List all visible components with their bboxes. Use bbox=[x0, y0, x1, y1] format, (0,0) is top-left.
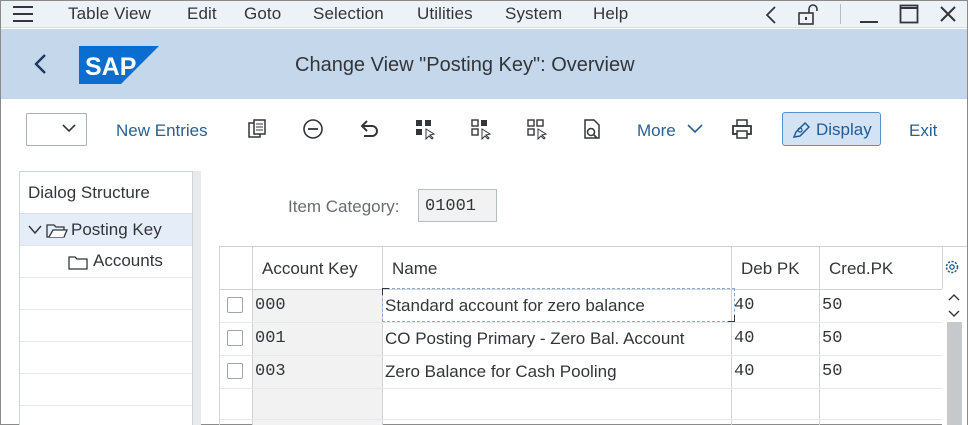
folder-icon bbox=[68, 256, 88, 270]
more-button[interactable]: More bbox=[637, 121, 676, 141]
tree-item-label: Posting Key bbox=[71, 220, 162, 239]
row-divider bbox=[220, 388, 942, 389]
row-select-checkbox[interactable] bbox=[227, 330, 243, 346]
close-icon[interactable] bbox=[939, 5, 957, 23]
dialog-structure-title: Dialog Structure bbox=[28, 183, 150, 202]
minimize-icon[interactable] bbox=[859, 6, 879, 24]
tree-empty-row bbox=[20, 278, 192, 310]
table-vertical-scrollbar[interactable] bbox=[942, 289, 967, 425]
new-entries-button[interactable]: New Entries bbox=[116, 121, 208, 141]
open-folder-icon bbox=[46, 224, 68, 238]
cell-cred-pk[interactable]: 50 bbox=[822, 362, 842, 381]
column-divider bbox=[819, 247, 820, 425]
sap-logo: SAP bbox=[79, 46, 159, 84]
maximize-icon[interactable] bbox=[899, 4, 919, 24]
title-bar: SAP Change View "Posting Key": Overview bbox=[1, 29, 967, 99]
page-title: Change View "Posting Key": Overview bbox=[295, 54, 635, 76]
tree-item-posting-key[interactable]: Posting Key bbox=[20, 214, 192, 246]
command-field-dropdown[interactable] bbox=[26, 113, 87, 146]
scrollbar-thumb[interactable] bbox=[947, 322, 962, 425]
row-divider bbox=[220, 355, 942, 356]
scroll-up-arrow-icon[interactable] bbox=[948, 293, 960, 301]
column-header-name[interactable]: Name bbox=[392, 259, 437, 279]
print-icon[interactable] bbox=[731, 118, 753, 140]
cell-deb-pk[interactable]: 40 bbox=[734, 296, 754, 315]
cell-deb-pk[interactable]: 40 bbox=[734, 329, 754, 348]
menu-goto[interactable]: Goto bbox=[244, 4, 281, 24]
row-select-checkbox[interactable] bbox=[227, 297, 243, 313]
cell-name[interactable]: CO Posting Primary - Zero Bal. Account bbox=[385, 329, 685, 349]
menu-help[interactable]: Help bbox=[593, 4, 628, 24]
deselect-all-icon[interactable] bbox=[526, 118, 548, 140]
tree-item-label: Accounts bbox=[93, 251, 163, 270]
row-select-checkbox[interactable] bbox=[227, 363, 243, 379]
undo-icon[interactable] bbox=[358, 118, 380, 140]
lock-icon[interactable] bbox=[797, 4, 823, 26]
cell-cred-pk[interactable]: 50 bbox=[822, 329, 842, 348]
cell-focus-indicator bbox=[382, 288, 735, 322]
column-divider bbox=[252, 247, 253, 425]
back-arrow-icon[interactable] bbox=[33, 53, 47, 75]
select-all-icon[interactable] bbox=[414, 118, 436, 140]
menu-edit[interactable]: Edit bbox=[187, 4, 217, 24]
panel-splitter[interactable] bbox=[192, 171, 201, 425]
item-category-label: Item Category: bbox=[288, 197, 400, 216]
row-divider bbox=[220, 419, 942, 420]
row-divider bbox=[220, 322, 942, 323]
cell-account-key[interactable]: 000 bbox=[255, 296, 286, 315]
tree-empty-row bbox=[20, 374, 192, 406]
tree-empty-row bbox=[20, 310, 192, 342]
tree-item-accounts[interactable]: Accounts bbox=[20, 246, 192, 278]
select-block-icon[interactable] bbox=[470, 118, 492, 140]
item-category-value: 01001 bbox=[425, 197, 477, 216]
menu-system[interactable]: System bbox=[505, 4, 562, 24]
cell-cred-pk[interactable]: 50 bbox=[822, 296, 842, 315]
posting-key-table: Account Key Name Deb PK Cred.PK 000 Stan… bbox=[219, 246, 967, 425]
tree-empty-row bbox=[20, 406, 192, 425]
chevron-down-icon bbox=[62, 124, 76, 133]
table-settings-icon[interactable] bbox=[944, 259, 960, 275]
menu-table-view[interactable]: Table View bbox=[68, 4, 151, 24]
chevron-left-icon[interactable] bbox=[765, 6, 777, 24]
delete-icon[interactable] bbox=[302, 118, 324, 140]
details-icon[interactable] bbox=[581, 118, 603, 140]
scroll-down-arrow-icon[interactable] bbox=[948, 310, 960, 318]
chevron-down-icon bbox=[687, 124, 703, 134]
menu-separator bbox=[840, 4, 841, 24]
svg-text:SAP: SAP bbox=[85, 53, 136, 81]
menu-bar: Table View Edit Goto Selection Utilities… bbox=[1, 1, 967, 28]
column-divider bbox=[382, 247, 383, 425]
cell-account-key[interactable]: 003 bbox=[255, 362, 286, 381]
menu-utilities[interactable]: Utilities bbox=[417, 4, 473, 24]
hamburger-menu-icon[interactable] bbox=[13, 6, 33, 22]
cell-deb-pk[interactable]: 40 bbox=[734, 362, 754, 381]
tree-empty-row bbox=[20, 342, 192, 374]
column-header-deb-pk[interactable]: Deb PK bbox=[741, 259, 800, 279]
dialog-structure-panel: Dialog Structure Posting Key Accounts bbox=[19, 171, 193, 425]
application-toolbar: New Entries More Display Exit bbox=[1, 99, 967, 159]
item-category-field: 01001 bbox=[418, 189, 497, 222]
dialog-structure-header: Dialog Structure bbox=[20, 172, 192, 214]
chevron-down-icon[interactable] bbox=[28, 225, 42, 235]
column-header-cred-pk[interactable]: Cred.PK bbox=[829, 259, 893, 279]
display-toggle-icon bbox=[792, 121, 811, 138]
display-button[interactable]: Display bbox=[782, 112, 881, 146]
column-header-account-key[interactable]: Account Key bbox=[262, 259, 357, 279]
menu-selection[interactable]: Selection bbox=[313, 4, 384, 24]
column-divider bbox=[731, 247, 732, 425]
copy-icon[interactable] bbox=[246, 118, 268, 140]
exit-button[interactable]: Exit bbox=[909, 121, 937, 141]
cell-name[interactable]: Zero Balance for Cash Pooling bbox=[385, 362, 617, 382]
cell-account-key[interactable]: 001 bbox=[255, 329, 286, 348]
